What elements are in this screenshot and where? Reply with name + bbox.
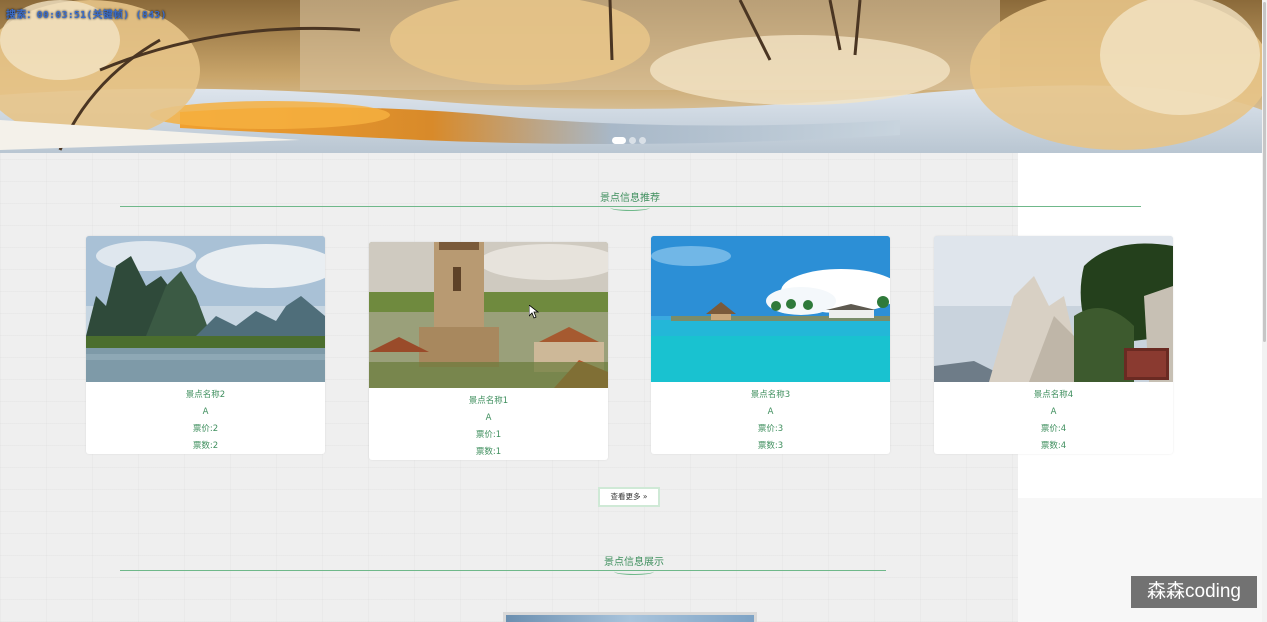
showcase-item-image bbox=[506, 615, 754, 622]
scenic-card-level: A bbox=[767, 407, 774, 417]
showcase-section-title: 景点信息展示 bbox=[604, 557, 664, 568]
scenic-card-image bbox=[651, 236, 890, 382]
showcase-divider bbox=[120, 570, 886, 571]
scenic-card-image bbox=[86, 236, 325, 382]
watermark: 森森coding bbox=[1131, 576, 1257, 608]
scenic-card-image bbox=[934, 236, 1173, 382]
scenic-card-price: 票价:2 bbox=[192, 424, 219, 434]
scenic-card-price: 票价:3 bbox=[757, 424, 784, 434]
showcase-divider-arc bbox=[614, 568, 654, 575]
scenic-card-name[interactable]: 景点名称4 bbox=[934, 387, 1173, 404]
scenic-card-image bbox=[369, 242, 608, 388]
banner-status-text: 搜索：00:03:51(关键帧) (843) bbox=[6, 10, 167, 21]
banner-image bbox=[0, 0, 1262, 153]
scenic-card-price: 票价:4 bbox=[1040, 424, 1067, 434]
scenic-card[interactable]: 景点名称4 A 票价:4 票数:4 bbox=[934, 236, 1173, 454]
carousel-dot-active[interactable] bbox=[612, 137, 626, 144]
recommend-divider-arc bbox=[610, 204, 650, 211]
carousel-dot[interactable] bbox=[629, 137, 636, 144]
scenic-card-level: A bbox=[1050, 407, 1057, 417]
scenic-card-name[interactable]: 景点名称2 bbox=[86, 387, 325, 404]
scenic-card-name[interactable]: 景点名称1 bbox=[369, 393, 608, 410]
scenic-card-count: 票数:1 bbox=[475, 447, 502, 457]
carousel-dot[interactable] bbox=[639, 137, 646, 144]
scenic-card[interactable]: 景点名称3 A 票价:3 票数:3 bbox=[651, 236, 890, 454]
scenic-card-level: A bbox=[202, 407, 209, 417]
view-more-button[interactable]: 查看更多 » bbox=[598, 487, 660, 507]
scenic-card-count: 票数:3 bbox=[757, 441, 784, 451]
scenic-card-count: 票数:4 bbox=[1040, 441, 1067, 451]
scenic-card-price: 票价:1 bbox=[475, 430, 502, 440]
carousel-indicators bbox=[612, 137, 646, 144]
scenic-card-count: 票数:2 bbox=[192, 441, 219, 451]
banner-carousel[interactable]: 搜索：00:03:51(关键帧) (843) bbox=[0, 0, 1262, 153]
scenic-card[interactable]: 景点名称2 A 票价:2 票数:2 bbox=[86, 236, 325, 454]
scenic-card[interactable]: 景点名称1 A 票价:1 票数:1 bbox=[369, 242, 608, 460]
scenic-card-name[interactable]: 景点名称3 bbox=[651, 387, 890, 404]
scenic-card-level: A bbox=[485, 413, 492, 423]
recommend-section-title: 景点信息推荐 bbox=[600, 193, 660, 204]
mouse-cursor-icon bbox=[529, 305, 539, 319]
scrollbar-thumb[interactable] bbox=[1263, 2, 1266, 342]
